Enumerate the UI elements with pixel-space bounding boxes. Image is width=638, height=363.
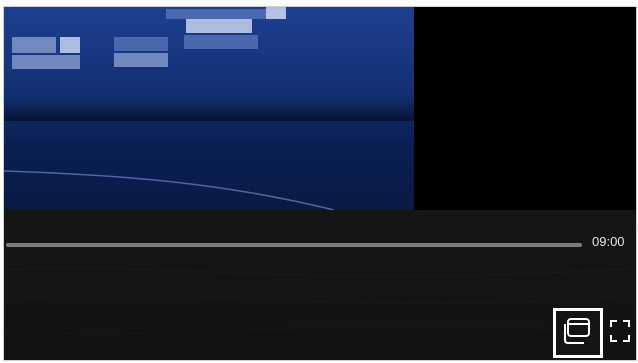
fullscreen-button[interactable] — [607, 318, 633, 348]
video-curve-line — [4, 170, 335, 210]
letterbox — [414, 7, 636, 210]
controls-bar: 09:00 — [4, 210, 636, 360]
fullscreen-icon — [609, 319, 631, 348]
video-player[interactable]: 09:00 — [3, 6, 637, 361]
background-waves — [4, 267, 636, 336]
picture-in-picture-icon — [562, 317, 592, 350]
video-frame[interactable] — [4, 7, 414, 210]
time-remaining: 09:00 — [592, 234, 625, 249]
progress-bar[interactable] — [6, 243, 582, 247]
picture-in-picture-button[interactable] — [559, 315, 595, 351]
